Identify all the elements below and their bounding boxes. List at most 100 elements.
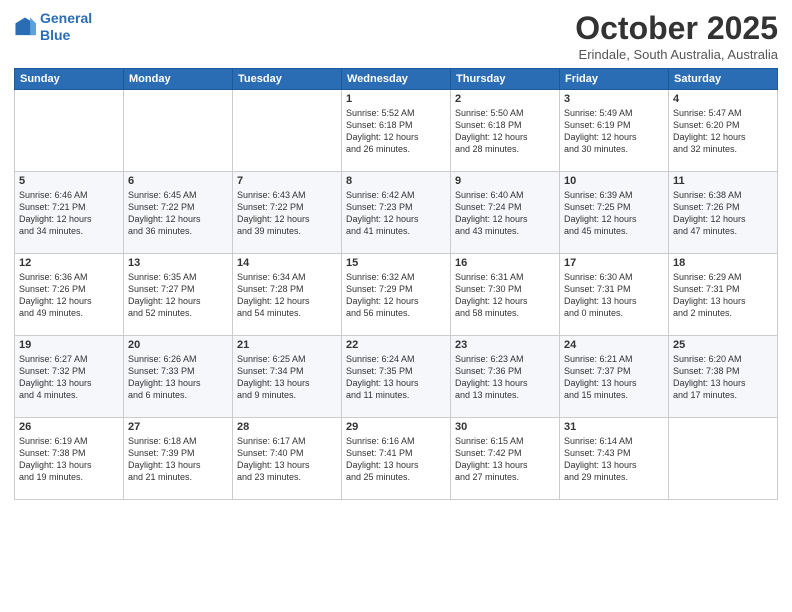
day-number: 26 bbox=[19, 421, 119, 433]
day-number: 30 bbox=[455, 421, 555, 433]
col-thursday: Thursday bbox=[451, 69, 560, 90]
day-number: 18 bbox=[673, 257, 773, 269]
day-info: Sunrise: 5:49 AMSunset: 6:19 PMDaylight:… bbox=[564, 107, 664, 156]
calendar-cell: 14 Sunrise: 6:34 AMSunset: 7:28 PMDayligh… bbox=[233, 254, 342, 336]
col-sunday: Sunday bbox=[15, 69, 124, 90]
day-number: 2 bbox=[455, 93, 555, 105]
day-number: 6 bbox=[128, 175, 228, 187]
day-number: 11 bbox=[673, 175, 773, 187]
calendar-cell: 28Sunrise: 6:17 AMSunset: 7:40 PMDayligh… bbox=[233, 418, 342, 500]
day-info: Sunrise: 6:27 AMSunset: 7:32 PMDaylight:… bbox=[19, 353, 119, 402]
calendar-cell: 10Sunrise: 6:39 AMSunset: 7:25 PMDayligh… bbox=[560, 172, 669, 254]
calendar-cell: 22 Sunrise: 6:24 AMSunset: 7:35 PMDayligh… bbox=[342, 336, 451, 418]
month-title: October 2025 bbox=[575, 10, 778, 47]
calendar: Sunday Monday Tuesday Wednesday Thursday… bbox=[14, 68, 778, 500]
calendar-cell: 19Sunrise: 6:27 AMSunset: 7:32 PMDayligh… bbox=[15, 336, 124, 418]
calendar-cell: 16 Sunrise: 6:31 AMSunset: 7:30 PMDayligh… bbox=[451, 254, 560, 336]
day-info: Sunrise: 6:19 AMSunset: 7:38 PMDaylight:… bbox=[19, 435, 119, 484]
calendar-cell: 7Sunrise: 6:43 AMSunset: 7:22 PMDaylight… bbox=[233, 172, 342, 254]
calendar-cell: 20Sunrise: 6:26 AMSunset: 7:33 PMDayligh… bbox=[124, 336, 233, 418]
day-info: Sunrise: 6:45 AMSunset: 7:22 PMDaylight:… bbox=[128, 189, 228, 238]
day-number: 13 bbox=[128, 257, 228, 269]
day-number: 1 bbox=[346, 93, 446, 105]
day-number: 15 bbox=[346, 257, 446, 269]
calendar-cell: 6 Sunrise: 6:45 AMSunset: 7:22 PMDaylight… bbox=[124, 172, 233, 254]
calendar-cell: 23Sunrise: 6:23 AMSunset: 7:36 PMDayligh… bbox=[451, 336, 560, 418]
day-number: 28 bbox=[237, 421, 337, 433]
calendar-cell: 27 Sunrise: 6:18 AMSunset: 7:39 PMDayligh… bbox=[124, 418, 233, 500]
logo-blue: Blue bbox=[40, 27, 70, 43]
col-wednesday: Wednesday bbox=[342, 69, 451, 90]
day-info: Sunrise: 6:18 AMSunset: 7:39 PMDaylight:… bbox=[128, 435, 228, 484]
day-info: Sunrise: 6:29 AMSunset: 7:31 PMDaylight:… bbox=[673, 271, 773, 320]
day-number: 12 bbox=[19, 257, 119, 269]
calendar-cell: 12 Sunrise: 6:36 AMSunset: 7:26 PMDayligh… bbox=[15, 254, 124, 336]
title-block: October 2025 Erindale, South Australia, … bbox=[575, 10, 778, 62]
day-number: 16 bbox=[455, 257, 555, 269]
day-info: Sunrise: 6:46 AMSunset: 7:21 PMDaylight:… bbox=[19, 189, 119, 238]
day-info: Sunrise: 6:38 AMSunset: 7:26 PMDaylight:… bbox=[673, 189, 773, 238]
day-info: Sunrise: 6:30 AMSunset: 7:31 PMDaylight:… bbox=[564, 271, 664, 320]
calendar-cell bbox=[124, 90, 233, 172]
day-number: 27 bbox=[128, 421, 228, 433]
day-number: 24 bbox=[564, 339, 664, 351]
calendar-cell: 24 Sunrise: 6:21 AMSunset: 7:37 PMDayligh… bbox=[560, 336, 669, 418]
col-friday: Friday bbox=[560, 69, 669, 90]
calendar-cell: 3 Sunrise: 5:49 AMSunset: 6:19 PMDaylight… bbox=[560, 90, 669, 172]
calendar-cell: 25 Sunrise: 6:20 AMSunset: 7:38 PMDayligh… bbox=[669, 336, 778, 418]
logo-general: General bbox=[40, 10, 92, 26]
day-number: 20 bbox=[128, 339, 228, 351]
logo-icon bbox=[14, 16, 36, 38]
calendar-cell bbox=[15, 90, 124, 172]
calendar-cell: 1 Sunrise: 5:52 AMSunset: 6:18 PMDaylight… bbox=[342, 90, 451, 172]
day-info: Sunrise: 6:24 AMSunset: 7:35 PMDaylight:… bbox=[346, 353, 446, 402]
calendar-week-2: 5 Sunrise: 6:46 AMSunset: 7:21 PMDaylight… bbox=[15, 172, 778, 254]
day-info: Sunrise: 6:34 AMSunset: 7:28 PMDaylight:… bbox=[237, 271, 337, 320]
calendar-cell: 31 Sunrise: 6:14 AMSunset: 7:43 PMDayligh… bbox=[560, 418, 669, 500]
day-number: 17 bbox=[564, 257, 664, 269]
calendar-cell: 30 Sunrise: 6:15 AMSunset: 7:42 PMDayligh… bbox=[451, 418, 560, 500]
col-tuesday: Tuesday bbox=[233, 69, 342, 90]
calendar-cell: 21 Sunrise: 6:25 AMSunset: 7:34 PMDayligh… bbox=[233, 336, 342, 418]
day-info: Sunrise: 6:21 AMSunset: 7:37 PMDaylight:… bbox=[564, 353, 664, 402]
day-number: 14 bbox=[237, 257, 337, 269]
page: General Blue October 2025 Erindale, Sout… bbox=[0, 0, 792, 612]
day-number: 21 bbox=[237, 339, 337, 351]
day-info: Sunrise: 6:36 AMSunset: 7:26 PMDaylight:… bbox=[19, 271, 119, 320]
calendar-cell: 5 Sunrise: 6:46 AMSunset: 7:21 PMDaylight… bbox=[15, 172, 124, 254]
header: General Blue October 2025 Erindale, Sout… bbox=[14, 10, 778, 62]
day-info: Sunrise: 5:50 AMSunset: 6:18 PMDaylight:… bbox=[455, 107, 555, 156]
calendar-cell bbox=[233, 90, 342, 172]
day-info: Sunrise: 6:25 AMSunset: 7:34 PMDaylight:… bbox=[237, 353, 337, 402]
col-monday: Monday bbox=[124, 69, 233, 90]
day-info: Sunrise: 6:43 AMSunset: 7:22 PMDaylight:… bbox=[237, 189, 337, 238]
day-info: Sunrise: 6:20 AMSunset: 7:38 PMDaylight:… bbox=[673, 353, 773, 402]
calendar-cell: 18 Sunrise: 6:29 AMSunset: 7:31 PMDayligh… bbox=[669, 254, 778, 336]
day-info: Sunrise: 6:16 AMSunset: 7:41 PMDaylight:… bbox=[346, 435, 446, 484]
day-number: 22 bbox=[346, 339, 446, 351]
day-info: Sunrise: 6:23 AMSunset: 7:36 PMDaylight:… bbox=[455, 353, 555, 402]
calendar-cell: 26 Sunrise: 6:19 AMSunset: 7:38 PMDayligh… bbox=[15, 418, 124, 500]
day-info: Sunrise: 6:14 AMSunset: 7:43 PMDaylight:… bbox=[564, 435, 664, 484]
logo: General Blue bbox=[14, 10, 92, 44]
day-number: 3 bbox=[564, 93, 664, 105]
day-info: Sunrise: 6:31 AMSunset: 7:30 PMDaylight:… bbox=[455, 271, 555, 320]
day-info: Sunrise: 6:35 AMSunset: 7:27 PMDaylight:… bbox=[128, 271, 228, 320]
day-number: 31 bbox=[564, 421, 664, 433]
day-info: Sunrise: 5:52 AMSunset: 6:18 PMDaylight:… bbox=[346, 107, 446, 156]
calendar-header-row: Sunday Monday Tuesday Wednesday Thursday… bbox=[15, 69, 778, 90]
day-number: 25 bbox=[673, 339, 773, 351]
day-number: 29 bbox=[346, 421, 446, 433]
calendar-cell bbox=[669, 418, 778, 500]
calendar-week-3: 12 Sunrise: 6:36 AMSunset: 7:26 PMDayligh… bbox=[15, 254, 778, 336]
day-number: 10 bbox=[564, 175, 664, 187]
calendar-cell: 11 Sunrise: 6:38 AMSunset: 7:26 PMDayligh… bbox=[669, 172, 778, 254]
calendar-week-4: 19Sunrise: 6:27 AMSunset: 7:32 PMDayligh… bbox=[15, 336, 778, 418]
day-info: Sunrise: 6:32 AMSunset: 7:29 PMDaylight:… bbox=[346, 271, 446, 320]
day-number: 9 bbox=[455, 175, 555, 187]
calendar-cell: 4Sunrise: 5:47 AMSunset: 6:20 PMDaylight… bbox=[669, 90, 778, 172]
calendar-cell: 29 Sunrise: 6:16 AMSunset: 7:41 PMDayligh… bbox=[342, 418, 451, 500]
col-saturday: Saturday bbox=[669, 69, 778, 90]
day-number: 5 bbox=[19, 175, 119, 187]
day-info: Sunrise: 6:15 AMSunset: 7:42 PMDaylight:… bbox=[455, 435, 555, 484]
